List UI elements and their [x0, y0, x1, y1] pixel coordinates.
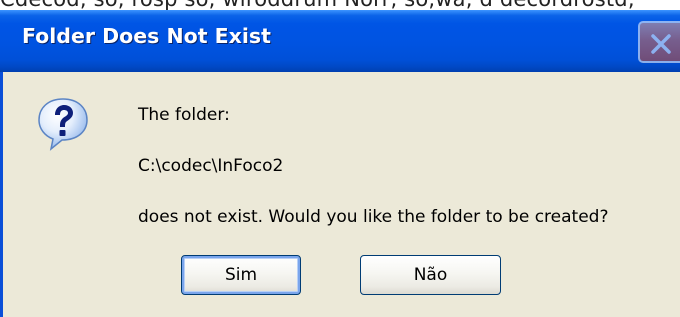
close-button[interactable] [638, 21, 680, 63]
dialog-body: The folder: C:\codec\InFoco2 does not ex… [0, 72, 680, 317]
title-bar[interactable]: Folder Does Not Exist [0, 10, 680, 72]
yes-button[interactable]: Sim [181, 255, 301, 295]
no-button[interactable]: Não [360, 255, 501, 295]
dialog-window: Folder Does Not Exist The folder: C:\cod… [0, 10, 680, 317]
close-icon [651, 34, 671, 54]
message-line-3: does not exist. Would you like the folde… [138, 207, 609, 227]
folder-path: C:\codec\InFoco2 [138, 156, 284, 176]
message-line-1: The folder: [138, 105, 230, 125]
question-icon [38, 98, 88, 151]
dialog-title: Folder Does Not Exist [22, 24, 271, 48]
background-window-text: Cdecod, so, rosp so, wiroddrum Norr, so,… [0, 0, 635, 10]
background-window-text-strip: Cdecod, so, rosp so, wiroddrum Norr, so,… [0, 0, 680, 10]
